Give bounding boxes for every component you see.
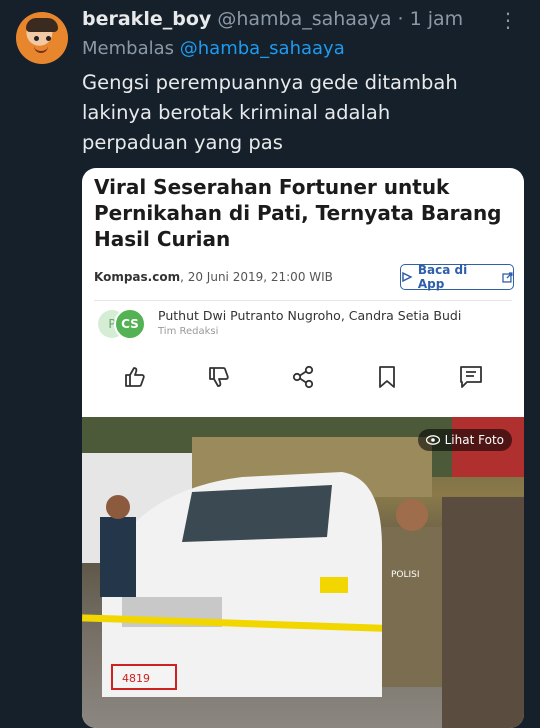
author-logo: P CS — [98, 308, 148, 342]
reply-mention-link[interactable]: @hamba_sahaaya — [180, 38, 345, 59]
reply-context: Membalas @hamba_sahaaya — [82, 38, 345, 59]
avatar[interactable] — [16, 12, 68, 64]
view-photo-label: Lihat Foto — [444, 433, 504, 447]
avatar-eye — [46, 36, 51, 41]
more-vertical-icon[interactable]: ⋮ — [498, 8, 518, 32]
article-actions — [82, 364, 524, 392]
photo-crowd — [442, 497, 524, 728]
thumbs-up-icon — [125, 367, 145, 387]
license-plate-text: 4819 — [122, 672, 150, 685]
embedded-screenshot-card[interactable]: Viral Seserahan Fortuner untuk Pernikaha… — [82, 168, 524, 728]
app-icon — [402, 271, 413, 283]
divider — [94, 300, 512, 301]
article-team: Tim Redaksi — [158, 326, 219, 337]
comment-icon — [460, 366, 482, 388]
article-date: , 20 Juni 2019, 21:00 WIB — [180, 270, 333, 284]
read-in-app-label: Baca di App — [417, 263, 468, 291]
article-authors: Puthut Dwi Putranto Nugroho, Candra Seti… — [158, 308, 462, 323]
eye-icon — [425, 435, 440, 445]
reply-prefix: Membalas — [82, 38, 175, 59]
photo-scene: 4819 POLISI — [82, 417, 524, 728]
photo-police-officer — [382, 527, 442, 687]
share-icon — [292, 365, 314, 389]
view-photo-button: Lihat Foto — [417, 429, 512, 451]
user-handle[interactable]: @hamba_sahaaya — [217, 8, 391, 30]
display-name[interactable]: berakle_boy — [82, 8, 211, 30]
article-meta: Kompas.com, 20 Juni 2019, 21:00 WIB — [94, 270, 333, 284]
thumbs-down-icon — [209, 367, 229, 387]
read-in-app-button: Baca di App — [400, 263, 514, 291]
tweet-text: Gengsi perempuannya gede ditambah lakiny… — [82, 71, 458, 154]
tweet-header: berakle_boy @hamba_sahaaya · 1 jam — [82, 8, 520, 34]
photo-officer-head — [396, 499, 428, 531]
photo-windshield — [182, 485, 332, 542]
bookmark-icon — [379, 366, 395, 388]
officer-badge-text: POLISI — [391, 570, 420, 580]
avatar-eye — [34, 36, 39, 41]
article-title: Viral Seserahan Fortuner untuk Pernikaha… — [94, 175, 502, 251]
article-photo: 4819 POLISI Lihat Foto — [82, 417, 524, 728]
timestamp[interactable]: · 1 jam — [398, 8, 464, 30]
avatar-mouth — [34, 45, 48, 53]
author-logo-right: CS — [114, 308, 146, 340]
photo-yellow-glove — [320, 577, 348, 593]
avatar-hair — [26, 18, 58, 32]
article-source: Kompas.com — [94, 270, 181, 284]
photo-bystander-head — [106, 495, 130, 519]
external-link-icon — [502, 271, 513, 283]
photo-bystander — [100, 517, 136, 597]
